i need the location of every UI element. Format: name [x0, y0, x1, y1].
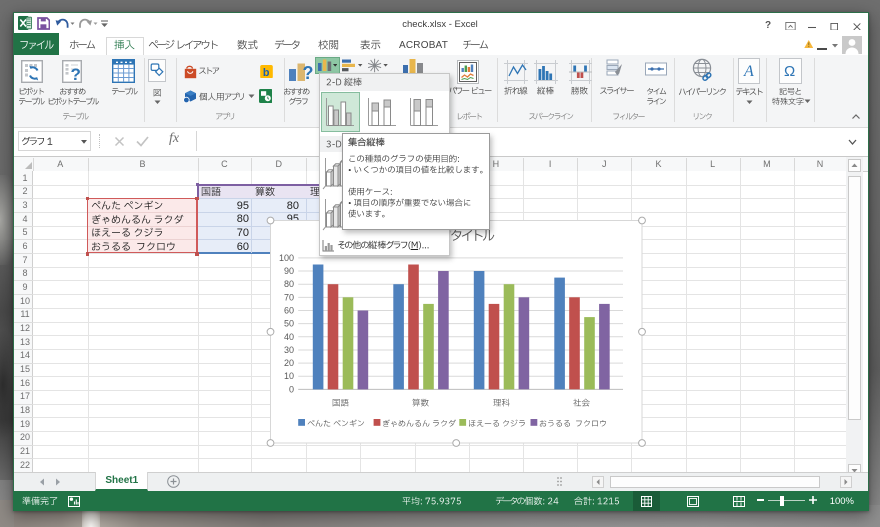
svg-text:A: A — [743, 63, 754, 80]
svg-text:40: 40 — [283, 332, 293, 342]
svg-text:10: 10 — [283, 371, 293, 381]
svg-text:Ω: Ω — [784, 63, 795, 80]
svg-text:?: ? — [71, 65, 81, 83]
svg-text:30: 30 — [283, 345, 293, 355]
svg-text:20: 20 — [283, 358, 293, 368]
svg-text:70: 70 — [283, 293, 293, 303]
svg-text:90: 90 — [283, 266, 293, 276]
svg-text:0: 0 — [288, 385, 293, 395]
svg-text:80: 80 — [283, 279, 293, 289]
svg-text:60: 60 — [283, 306, 293, 316]
svg-text:100: 100 — [278, 253, 293, 263]
svg-text:?: ? — [303, 63, 314, 82]
svg-text:b: b — [262, 66, 269, 78]
svg-text:50: 50 — [283, 319, 293, 329]
